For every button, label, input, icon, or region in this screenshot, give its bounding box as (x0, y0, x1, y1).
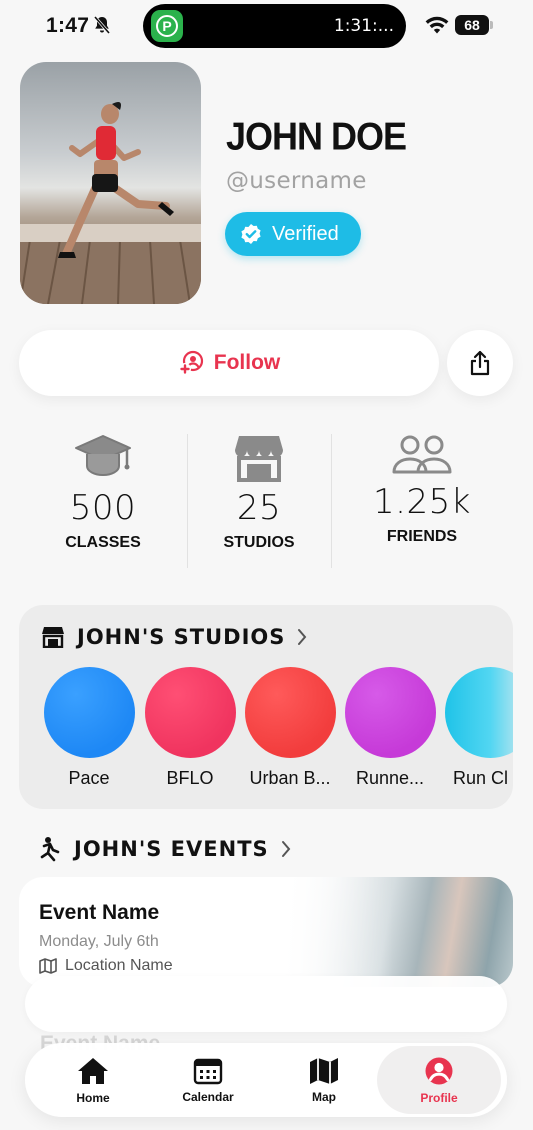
studios-section: JOHN'S STUDIOS Pace BFLO Urban B... Runn… (19, 605, 513, 809)
graduation-cap-icon (75, 435, 131, 477)
studio-item-pace[interactable]: Pace (39, 667, 139, 789)
chevron-right-icon (298, 629, 307, 645)
tab-bar: Home Calendar Map Profile (25, 1043, 507, 1117)
follow-label: Follow (213, 351, 281, 374)
tab-calendar[interactable]: Calendar (148, 1043, 268, 1117)
stat-classes[interactable]: 500 CLASSES (28, 432, 178, 552)
follow-button[interactable]: Follow (19, 330, 439, 396)
live-activity-app-icon: P (151, 10, 183, 42)
people-icon (392, 435, 452, 474)
studio-name: BFLO (166, 768, 214, 788)
studio-item-run-club[interactable]: Run Cl (441, 667, 513, 789)
event-card[interactable]: Event Name Monday, July 6th Location Nam… (19, 877, 513, 987)
events-header[interactable]: JOHN'S EVENTS (40, 836, 291, 862)
stat-value: 1.25k (373, 482, 471, 522)
verified-label: Verified (272, 222, 339, 245)
runner-photo-illustration (20, 102, 201, 304)
share-button[interactable] (447, 330, 513, 396)
stat-value: 25 (236, 488, 282, 528)
profile-username: @username (226, 168, 367, 194)
studio-logo (445, 667, 513, 758)
studios-title: JOHN'S STUDIOS (77, 625, 286, 649)
tab-label: Map (312, 1089, 336, 1104)
status-time: 1:47 (46, 14, 90, 37)
stat-label: CLASSES (65, 534, 141, 551)
stat-label: FRIENDS (386, 528, 458, 545)
studio-logo (344, 667, 436, 758)
stat-value: 500 (69, 488, 137, 528)
wifi-icon (425, 16, 449, 34)
share-icon (470, 350, 490, 376)
battery-indicator: 68 (455, 15, 493, 35)
studios-header[interactable]: JOHN'S STUDIOS (41, 625, 307, 649)
profile-icon (425, 1057, 453, 1084)
verified-check-icon (241, 224, 261, 244)
home-icon (78, 1057, 108, 1084)
studio-item-bflo[interactable]: BFLO (140, 667, 240, 789)
live-activity-timer: 1:31:... (333, 16, 394, 36)
status-bar: 1:47 P 1:31:... 68 (0, 0, 533, 54)
event-name: Event Name (39, 901, 160, 924)
map-icon (39, 958, 57, 974)
calendar-icon (193, 1058, 223, 1084)
tab-home[interactable]: Home (33, 1043, 153, 1117)
dynamic-island[interactable]: P 1:31:... (143, 4, 406, 48)
tab-map[interactable]: Map (264, 1043, 384, 1117)
runner-icon (40, 837, 60, 862)
tab-label: Calendar (182, 1089, 234, 1104)
bell-slash-icon (93, 16, 111, 34)
studio-name: Run Cl (453, 768, 509, 788)
stat-studios[interactable]: 25 STUDIOS (184, 432, 334, 552)
map-icon (310, 1057, 338, 1084)
tab-label: Profile (420, 1090, 458, 1105)
studio-name: Urban B... (249, 768, 331, 788)
events-title: JOHN'S EVENTS (74, 837, 269, 861)
event-photo (283, 877, 513, 987)
studio-logo (244, 667, 336, 758)
add-friend-icon (178, 350, 203, 375)
stat-friends[interactable]: 1.25k FRIENDS (347, 432, 497, 546)
stat-divider (331, 434, 332, 568)
studio-logo (43, 667, 135, 758)
event-location-label: Location Name (65, 957, 173, 974)
studio-name: Runne... (355, 768, 425, 788)
studio-item-runners[interactable]: Runne... (340, 667, 440, 789)
stat-label: STUDIOS (223, 534, 295, 551)
studio-name: Pace (68, 768, 110, 788)
verified-badge: Verified (225, 212, 361, 256)
tab-profile[interactable]: Profile (377, 1046, 501, 1114)
studio-item-urban[interactable]: Urban B... (240, 667, 340, 789)
event-date: Monday, July 6th (39, 933, 159, 950)
studio-logo (144, 667, 236, 758)
overlay-bar (25, 976, 507, 1032)
profile-name: JOHN DOE (226, 114, 407, 159)
chevron-right-icon (281, 841, 290, 857)
event-location: Location Name (39, 957, 173, 975)
storefront-icon (235, 436, 283, 482)
storefront-icon (42, 627, 64, 648)
tab-label: Home (76, 1090, 110, 1105)
profile-photo[interactable] (20, 62, 201, 304)
